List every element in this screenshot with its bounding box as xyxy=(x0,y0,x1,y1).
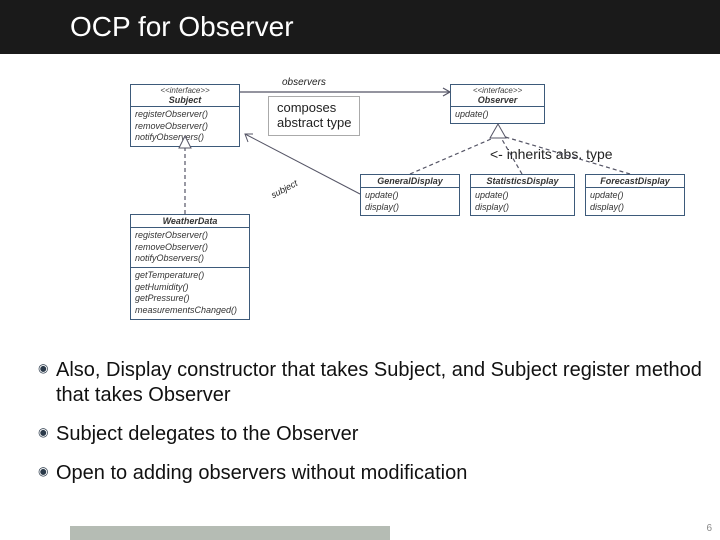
methods: update() display() xyxy=(471,188,574,215)
class-name: Subject xyxy=(135,95,235,105)
class-name: StatisticsDisplay xyxy=(475,176,570,186)
class-header: ForecastDisplay xyxy=(586,175,684,188)
class-name: Observer xyxy=(455,95,540,105)
uml-observer-header: <<interface>> Observer xyxy=(451,85,544,107)
uml-diagram: <<interface>> Subject registerObserver()… xyxy=(0,54,720,374)
method: getTemperature() xyxy=(135,270,245,282)
title-bar: OCP for Observer xyxy=(0,0,720,54)
method: update() xyxy=(475,190,570,202)
method: notifyObservers() xyxy=(135,132,235,144)
method: display() xyxy=(365,202,455,214)
methods: update() display() xyxy=(586,188,684,215)
uml-forecast-display: ForecastDisplay update() display() xyxy=(585,174,685,216)
uml-observer-methods: update() xyxy=(451,107,544,123)
class-header: StatisticsDisplay xyxy=(471,175,574,188)
stereotype: <<interface>> xyxy=(135,86,235,95)
method: notifyObservers() xyxy=(135,253,245,265)
class-header: GeneralDisplay xyxy=(361,175,459,188)
method: update() xyxy=(590,190,680,202)
stereotype: <<interface>> xyxy=(455,86,540,95)
uml-observer: <<interface>> Observer update() xyxy=(450,84,545,124)
method: display() xyxy=(590,202,680,214)
footer-accent xyxy=(70,526,390,540)
bullet-list: Also, Display constructor that takes Sub… xyxy=(38,358,715,500)
method: measurementsChanged() xyxy=(135,305,245,317)
method: removeObserver() xyxy=(135,121,235,133)
class-name: ForecastDisplay xyxy=(590,176,680,186)
method: registerObserver() xyxy=(135,230,245,242)
uml-subject: <<interface>> Subject registerObserver()… xyxy=(130,84,240,147)
slide-title: OCP for Observer xyxy=(70,11,294,43)
uml-subject-header: <<interface>> Subject xyxy=(131,85,239,107)
class-name: GeneralDisplay xyxy=(365,176,455,186)
bullet-item: Open to adding observers without modific… xyxy=(38,461,715,486)
label-subject: subject xyxy=(269,178,299,200)
label-observers: observers xyxy=(282,77,326,88)
method: getPressure() xyxy=(135,293,245,305)
method: update() xyxy=(455,109,540,121)
methods-group-1: registerObserver() removeObserver() noti… xyxy=(131,228,249,267)
uml-general-display: GeneralDisplay update() display() xyxy=(360,174,460,216)
method: getHumidity() xyxy=(135,282,245,294)
bullet-item: Subject delegates to the Observer xyxy=(38,422,715,447)
label-inherits: <- inherits abs. type xyxy=(490,146,613,162)
method: display() xyxy=(475,202,570,214)
class-header: WeatherData xyxy=(131,215,249,228)
slide-number: 6 xyxy=(706,523,712,534)
bullet-item: Also, Display constructor that takes Sub… xyxy=(38,358,715,408)
methods: update() display() xyxy=(361,188,459,215)
note-composes: composes abstract type xyxy=(268,96,360,136)
uml-subject-methods: registerObserver() removeObserver() noti… xyxy=(131,107,239,146)
method: registerObserver() xyxy=(135,109,235,121)
method: removeObserver() xyxy=(135,242,245,254)
methods-group-2: getTemperature() getHumidity() getPressu… xyxy=(131,267,249,319)
uml-statistics-display: StatisticsDisplay update() display() xyxy=(470,174,575,216)
uml-weatherdata: WeatherData registerObserver() removeObs… xyxy=(130,214,250,320)
method: update() xyxy=(365,190,455,202)
class-name: WeatherData xyxy=(135,216,245,226)
